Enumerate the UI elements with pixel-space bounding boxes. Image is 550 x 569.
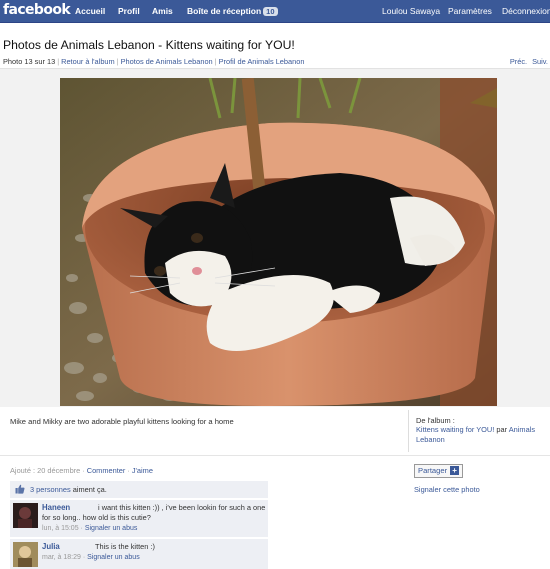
comment-item: Haneen i want this kitten :)) , i've bee… — [10, 499, 268, 537]
added-date: Ajouté : 20 décembre — [10, 466, 81, 475]
report-abuse-link[interactable]: Signaler un abus — [87, 554, 140, 561]
likes-summary: 3 personnes aiment ça. — [10, 481, 268, 498]
nav-settings[interactable]: Paramètres — [448, 6, 492, 16]
owner-profile-link[interactable]: Profil de Animals Lebanon — [219, 57, 305, 66]
kitten-in-flower-pot-photo[interactable] — [60, 78, 497, 406]
report-photo-link[interactable]: Signaler cette photo — [414, 485, 480, 494]
photo-counter: Photo 13 sur 13 — [3, 57, 56, 66]
nav-inbox-label: Boîte de réception — [187, 6, 262, 16]
album-name-link[interactable]: Kittens waiting for YOU! — [416, 425, 494, 434]
top-navigation-bar: facebook Accueil Profil Amis Boîte de ré… — [0, 0, 550, 23]
inbox-count-badge: 10 — [263, 7, 278, 16]
comment-text: i want this kitten :)) , i've been looki… — [42, 503, 266, 522]
photo-pager: Préc. Suiv. — [510, 57, 548, 66]
likers-link[interactable]: 3 personnes — [30, 485, 71, 494]
divider — [0, 455, 550, 456]
album-by-text: par — [496, 425, 508, 434]
likes-text: aiment ça. — [72, 485, 107, 494]
photo-meta: Ajouté : 20 décembre · Commenter · J'aime — [10, 466, 153, 475]
avatar[interactable] — [13, 503, 38, 528]
like-link[interactable]: J'aime — [132, 466, 153, 475]
album-photos-link[interactable]: Photos de Animals Lebanon — [121, 57, 213, 66]
next-photo-link[interactable]: Suiv. — [532, 57, 548, 66]
nav-friends[interactable]: Amis — [152, 6, 173, 16]
page-title: Photos de Animals Lebanon - Kittens wait… — [3, 38, 295, 52]
comment-time: lun, à 15:05 — [42, 525, 79, 532]
album-label: De l'album : — [416, 416, 455, 425]
previous-photo-link[interactable]: Préc. — [510, 57, 527, 66]
comment-text: This is the kitten :) — [95, 542, 155, 551]
nav-logout[interactable]: Déconnexion — [502, 6, 550, 16]
facebook-logo[interactable]: facebook — [3, 2, 71, 18]
nav-user-name[interactable]: Loulou Sawaya — [382, 6, 440, 16]
back-to-album-link[interactable]: Retour à l'album — [61, 57, 115, 66]
comment-meta: lun, à 15:05 · Signaler un abus — [42, 525, 138, 532]
avatar[interactable] — [13, 542, 38, 567]
plus-icon: + — [450, 466, 460, 475]
album-info: De l'album : Kittens waiting for YOU! pa… — [408, 410, 550, 452]
comment-link[interactable]: Commenter — [87, 466, 126, 475]
photo-caption: Mike and Mikky are two adorable playful … — [10, 417, 234, 426]
breadcrumb: Photo 13 sur 13 | Retour à l'album | Photos … — [3, 57, 305, 66]
report-abuse-link[interactable]: Signaler un abus — [85, 525, 138, 532]
thumbs-up-icon — [15, 484, 25, 494]
share-label: Partager — [418, 466, 448, 475]
comment-time: mar, à 18:29 — [42, 554, 81, 561]
comment-meta: mar, à 18:29 · Signaler un abus — [42, 554, 140, 561]
nav-profile[interactable]: Profil — [118, 6, 140, 16]
nav-inbox[interactable]: Boîte de réception 10 — [187, 6, 278, 16]
share-button[interactable]: Partager + — [414, 464, 464, 478]
photo-stage — [0, 68, 550, 407]
comment-item: Julia This is the kitten :) mar, à 18:29… — [10, 538, 268, 569]
nav-home[interactable]: Accueil — [75, 6, 105, 16]
